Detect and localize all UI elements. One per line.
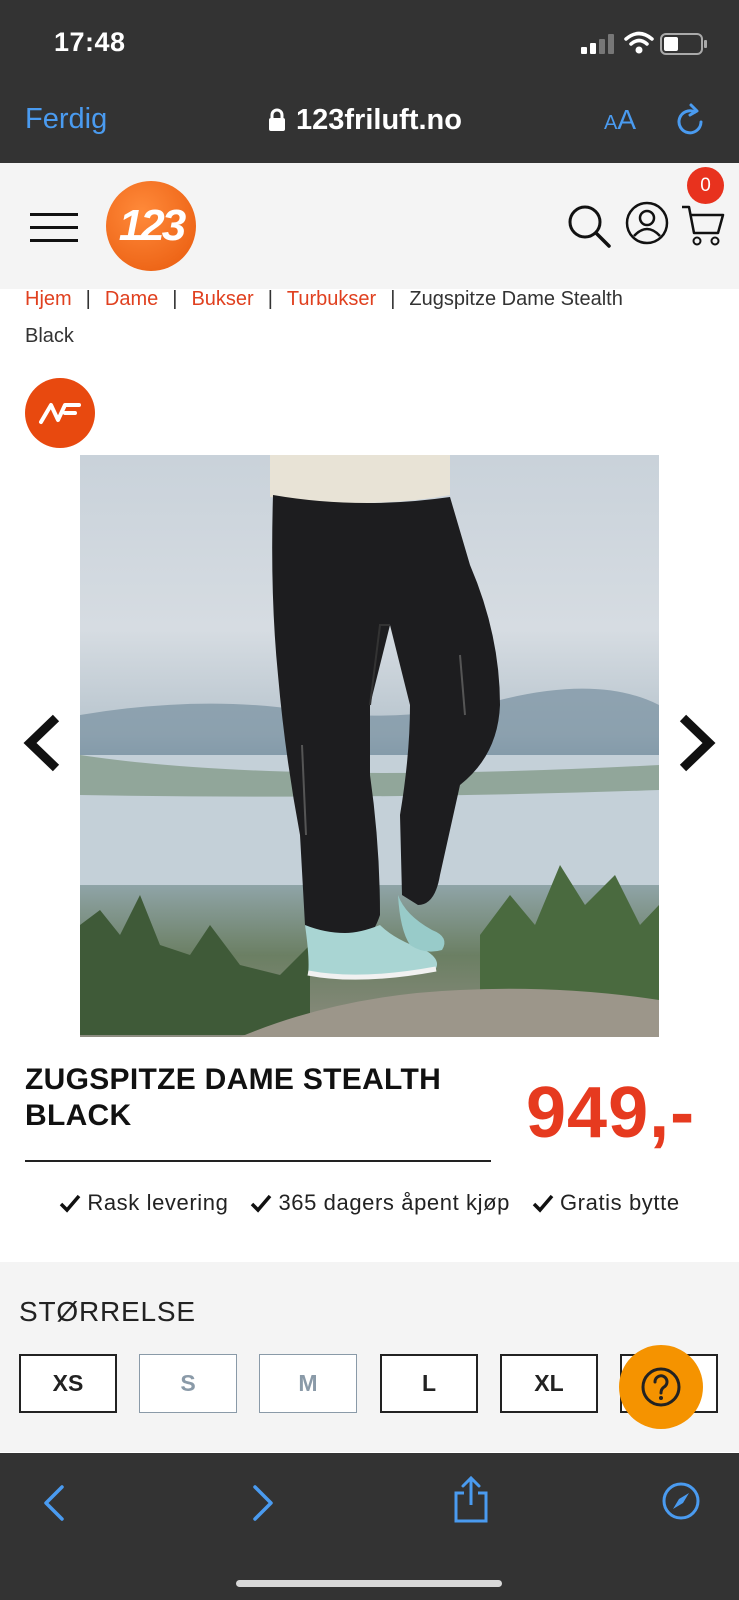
reload-icon[interactable] [675,102,707,138]
product-photo-illustration [80,455,659,1037]
compass-icon[interactable] [661,1481,701,1521]
address-bar[interactable]: 123friluft.no [268,102,462,138]
breadcrumb-link-dame[interactable]: Dame [105,288,158,310]
checkmark-icon [532,1194,554,1213]
carousel-prev-arrow-icon[interactable] [22,714,64,772]
battery-icon [660,33,707,55]
cellular-signal-icon [581,34,614,54]
hamburger-menu-icon[interactable] [30,213,78,243]
breadcrumb-current-cont: Black [25,325,74,347]
text-size-small-label: A [604,112,618,134]
product-image[interactable] [80,455,659,1037]
size-option-l[interactable]: L [380,1354,478,1413]
breadcrumb-separator: | [172,288,178,310]
size-option-xl[interactable]: XL [500,1354,598,1413]
product-title: ZUGSPITZE DAME STEALTH BLACK [25,1063,442,1132]
breadcrumb-link-home[interactable]: Hjem [25,288,72,310]
site-logo[interactable]: 123 [106,181,196,271]
usp-list: Rask levering 365 dagers åpent kjøp Grat… [0,1190,739,1216]
question-mark-icon [641,1367,681,1407]
search-icon[interactable] [566,203,612,249]
carousel-next-arrow-icon[interactable] [675,714,717,772]
url-text: 123friluft.no [296,103,462,136]
usp-label: Gratis bytte [559,1190,680,1215]
lock-icon [269,108,285,131]
browser-top-bar: 17:48 Ferdig 123friluft.no AA [0,0,739,163]
usp-label: 365 dagers åpent kjøp [278,1190,510,1215]
breadcrumb-separator: | [390,288,396,310]
size-heading: STØRRELSE [19,1296,196,1327]
forward-arrow-icon[interactable] [247,1483,277,1523]
breadcrumb-separator: | [267,288,273,310]
text-size-large-label: A [617,104,637,135]
home-indicator [236,1580,502,1587]
back-arrow-icon[interactable] [40,1483,70,1523]
brand-logo-mark [39,403,81,424]
usp-item: Rask levering [59,1190,228,1216]
usp-item: Gratis bytte [532,1190,680,1216]
checkmark-icon [251,1194,272,1213]
size-option-m[interactable]: M [259,1354,357,1413]
done-button[interactable]: Ferdig [25,103,107,136]
size-option-xs[interactable]: XS [19,1354,117,1413]
breadcrumb-link-turbukser[interactable]: Turbukser [287,288,376,310]
checkmark-icon [60,1194,81,1213]
size-selector: STØRRELSE XS S M L XL [0,1262,739,1452]
site-header: 123 0 [0,163,739,289]
share-icon[interactable] [452,1475,490,1523]
browser-bottom-toolbar [0,1453,739,1600]
status-time: 17:48 [54,27,126,57]
cart-count-badge: 0 [687,167,724,204]
title-divider [25,1160,491,1162]
help-chat-button[interactable] [619,1345,703,1429]
size-option-s[interactable]: S [139,1354,237,1413]
product-price: 949,- [526,1073,696,1153]
account-icon[interactable] [625,201,669,245]
breadcrumb-current: Zugspitze Dame Stealth [409,288,623,310]
text-size-button[interactable]: AA [604,104,636,136]
shopping-cart-icon[interactable] [680,203,726,249]
brand-logo[interactable] [25,378,95,448]
wifi-icon [624,31,654,54]
breadcrumb-separator: | [85,288,91,310]
usp-item: 365 dagers åpent kjøp [250,1190,510,1216]
usp-label: Rask levering [87,1190,229,1215]
breadcrumb-link-bukser[interactable]: Bukser [191,288,253,310]
breadcrumb: Hjem | Dame | Bukser | Turbukser | Zugspitze Dam… [25,281,715,355]
